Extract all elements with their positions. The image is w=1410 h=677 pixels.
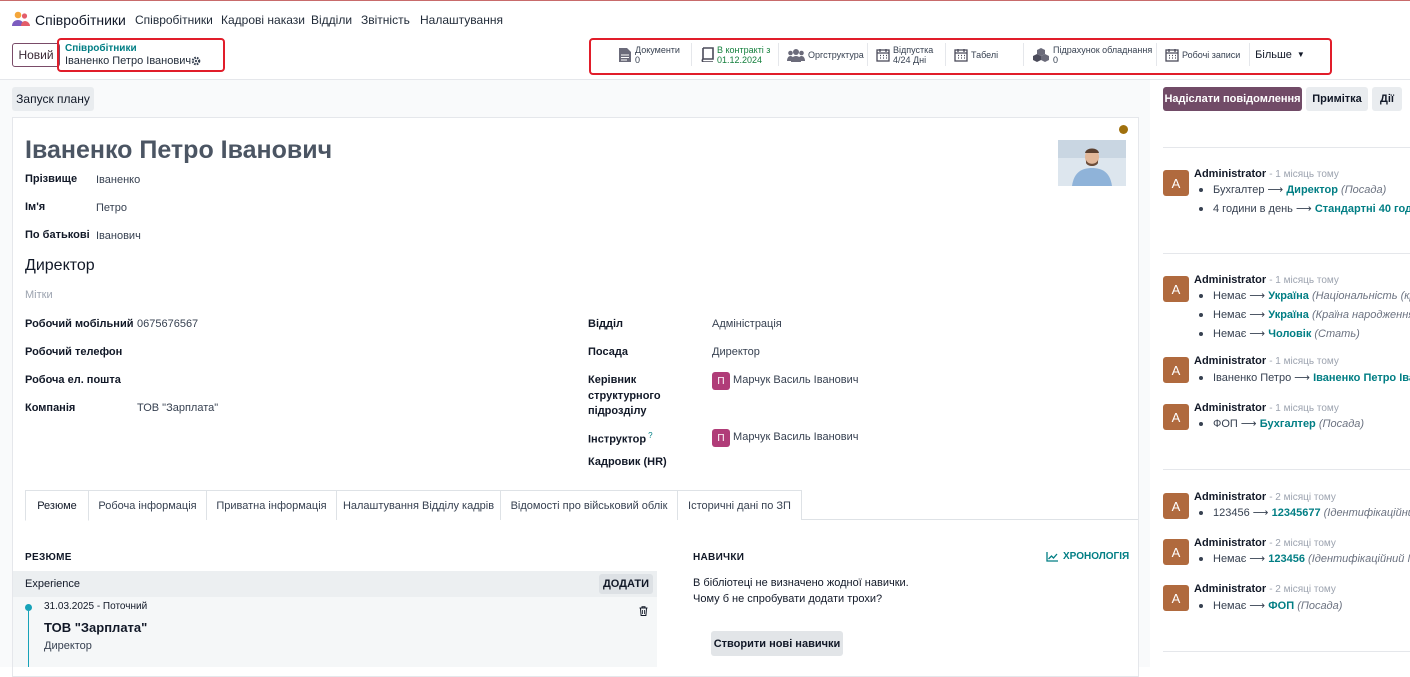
experience-group-header <box>13 571 657 597</box>
message-header: Administrator - 2 місяці тому <box>1194 583 1336 595</box>
message-header: Administrator - 2 місяці тому <box>1194 537 1336 549</box>
hr-responsible-label: Кадровик (HR) <box>588 456 667 468</box>
tracking-value: Немає ⟶ Україна (Країна народження) <box>1199 308 1410 321</box>
first-name-field[interactable]: Петро <box>96 202 127 214</box>
author-avatar[interactable]: A <box>1163 404 1189 430</box>
highlight-breadcrumb <box>57 38 225 72</box>
position-label: Посада <box>588 346 628 358</box>
presence-status-icon <box>1119 125 1128 134</box>
app-name[interactable]: Співробітники <box>35 12 126 28</box>
manager-avatar: П <box>712 372 730 390</box>
coach-avatar: П <box>712 429 730 447</box>
menu-departments[interactable]: Відділи <box>311 13 352 27</box>
timeline-dot-icon <box>25 604 32 611</box>
message-header: Administrator - 1 місяць тому <box>1194 274 1339 286</box>
resume-role: Директор <box>44 640 92 652</box>
menu-reporting[interactable]: Звітність <box>361 13 410 27</box>
menu-hr-orders[interactable]: Кадрові накази <box>221 13 305 27</box>
skills-empty-text: В бібліотеці не визначено жодної навички… <box>693 577 909 589</box>
surname-field[interactable]: Іваненко <box>96 174 140 186</box>
tags-field[interactable]: Мітки <box>25 289 53 301</box>
employee-photo[interactable] <box>1058 140 1126 186</box>
resume-section-title: РЕЗЮМЕ <box>25 552 72 563</box>
resume-company: ТОВ "Зарплата" <box>44 620 148 635</box>
tracking-value: Немає ⟶ ФОП (Посада) <box>1199 599 1410 612</box>
chatter-separator <box>1163 651 1410 652</box>
activities-button[interactable]: Дії <box>1372 87 1402 111</box>
author-avatar[interactable]: A <box>1163 357 1189 383</box>
author-avatar[interactable]: A <box>1163 493 1189 519</box>
skills-section-title: НАВИЧКИ <box>693 552 745 563</box>
work-phone-label: Робочий телефон <box>25 346 123 358</box>
department-field[interactable]: Адміністрація <box>712 318 782 330</box>
tab-hr-settings[interactable]: Налаштування Відділу кадрів <box>337 490 501 520</box>
help-tooltip-icon[interactable]: ? <box>648 431 652 440</box>
line-chart-icon <box>1046 551 1058 562</box>
skills-empty-hint: Чому б не спробувати додати трохи? <box>693 593 883 605</box>
chatter-separator <box>1163 469 1410 470</box>
person-photo-icon <box>1058 140 1126 186</box>
manager-label: Керівник структурного підрозділу <box>588 374 661 417</box>
add-resume-line-button[interactable]: ДОДАТИ <box>599 574 653 594</box>
company-field[interactable]: ТОВ "Зарплата" <box>137 402 218 414</box>
resume-date-range: 31.03.2025 - Поточний <box>44 601 148 612</box>
tracking-value: Бухгалтер ⟶ Директор (Посада) <box>1199 183 1410 196</box>
new-button[interactable]: Новий <box>12 43 60 67</box>
menu-employees[interactable]: Співробітники <box>135 13 213 27</box>
chatter-separator <box>1163 147 1410 148</box>
tracking-value: Немає ⟶ 123456 (Ідентифікаційний N <box>1199 552 1410 565</box>
patronymic-field[interactable]: Іванович <box>96 230 141 242</box>
chatter-separator <box>1163 253 1410 254</box>
company-label: Компанія <box>25 402 76 414</box>
job-title-field[interactable]: Директор <box>25 257 95 275</box>
tracking-value: Іваненко Петро ⟶ Іваненко Петро Іва <box>1199 371 1410 384</box>
work-email-field[interactable] <box>137 374 437 388</box>
work-mobile-field[interactable]: 0675676567 <box>137 318 198 330</box>
tracking-value: Немає ⟶ Чоловік (Стать) <box>1199 327 1410 340</box>
author-avatar[interactable]: A <box>1163 539 1189 565</box>
message-header: Administrator - 1 місяць тому <box>1194 355 1339 367</box>
menu-settings[interactable]: Налаштування <box>420 13 503 27</box>
timeline-link[interactable]: ХРОНОЛОГІЯ <box>1046 551 1129 562</box>
tracking-value: Немає ⟶ Україна (Національність (кр <box>1199 289 1410 302</box>
tab-resume[interactable]: Резюме <box>25 490 89 521</box>
author-avatar[interactable]: A <box>1163 276 1189 302</box>
tracking-value: 4 години в день ⟶ Стандартні 40 годи <box>1199 202 1410 215</box>
employees-app-icon[interactable] <box>11 11 31 27</box>
highlight-smart-buttons <box>589 38 1332 75</box>
work-mobile-label: Робочий мобільний <box>25 318 134 330</box>
surname-label: Прізвище <box>25 173 78 185</box>
work-email-label: Робоча ел. пошта <box>25 374 121 386</box>
tab-military-records[interactable]: Відомості про військовий облік <box>501 490 678 520</box>
first-name-label: Ім'я <box>25 201 46 213</box>
create-skills-button[interactable]: Створити нові навички <box>711 631 843 656</box>
position-field[interactable]: Директор <box>712 346 760 358</box>
coach-label: Інструктор? <box>588 431 653 446</box>
tab-work-information[interactable]: Робоча інформація <box>89 490 207 520</box>
tab-private-information[interactable]: Приватна інформація <box>207 490 337 520</box>
send-message-button[interactable]: Надіслати повідомлення <box>1163 87 1302 111</box>
experience-group-label: Experience <box>25 578 81 590</box>
tab-salary-history[interactable]: Історичні дані по ЗП <box>678 490 802 520</box>
timeline-line <box>28 611 29 667</box>
work-phone-field[interactable] <box>137 346 437 360</box>
top-navbar: Співробітники Співробітники Кадрові нака… <box>0 0 1410 35</box>
coach-field[interactable]: Марчук Василь Іванович <box>733 431 859 443</box>
control-panel: Новий Співробітники Іваненко Петро Івано… <box>0 35 1410 80</box>
tracking-value: 123456 ⟶ 12345677 (Ідентифікаційни <box>1199 506 1410 519</box>
author-avatar[interactable]: A <box>1163 170 1189 196</box>
manager-field[interactable]: Марчук Василь Іванович <box>733 374 859 386</box>
patronymic-label: По батькові <box>25 229 90 241</box>
author-avatar[interactable]: A <box>1163 585 1189 611</box>
tracking-value: ФОП ⟶ Бухгалтер (Посада) <box>1199 417 1410 430</box>
message-header: Administrator - 2 місяці тому <box>1194 491 1336 503</box>
message-header: Administrator - 1 місяць тому <box>1194 402 1339 414</box>
launch-plan-button[interactable]: Запуск плану <box>12 87 94 111</box>
log-note-button[interactable]: Примітка <box>1306 87 1368 111</box>
trash-icon[interactable] <box>639 606 648 616</box>
department-label: Відділ <box>588 318 624 330</box>
message-header: Administrator - 1 місяць тому <box>1194 168 1339 180</box>
employee-name[interactable]: Іваненко Петро Іванович <box>25 136 332 165</box>
notebook-tabs: Резюме Робоча інформація Приватна інформ… <box>25 490 1138 521</box>
